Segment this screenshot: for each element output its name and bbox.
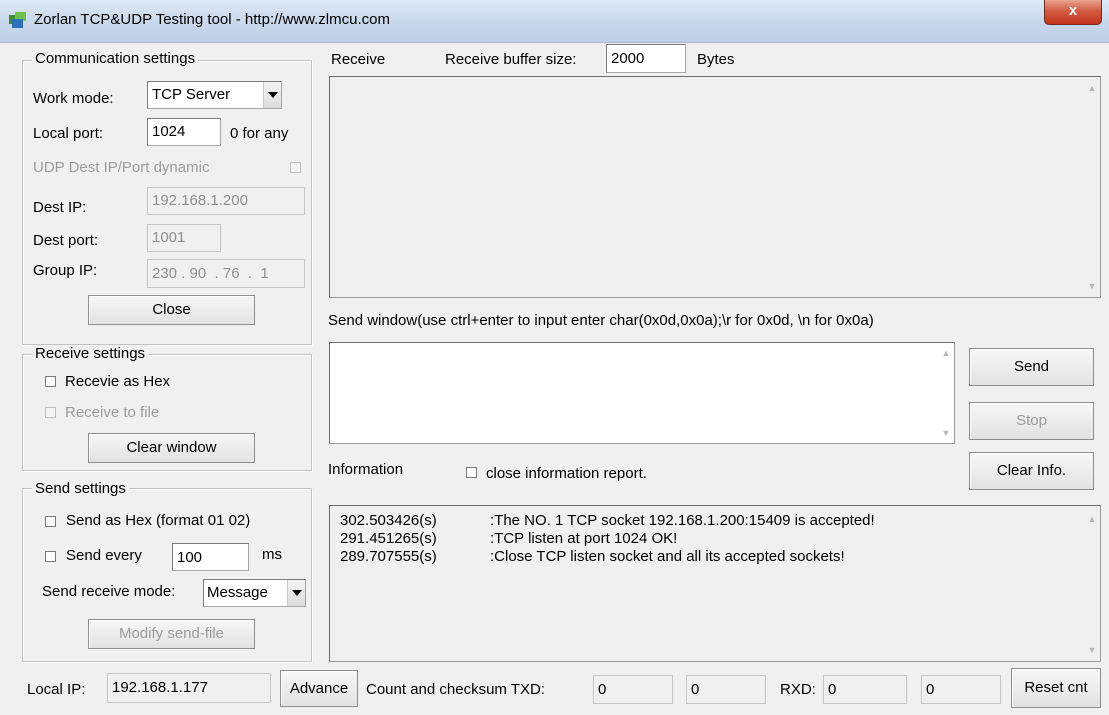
scroll-up-icon[interactable]: ▲	[1086, 83, 1098, 93]
rxd-checksum: 0	[921, 675, 1001, 704]
receive-to-file-label: Receive to file	[65, 404, 160, 421]
count-checksum-label: Count and checksum TXD:	[366, 681, 545, 698]
dest-ip-label: Dest IP:	[33, 199, 87, 216]
receive-label: Receive	[331, 51, 386, 68]
send-receive-mode-value: Message	[207, 584, 268, 601]
receive-as-hex-label: Recevie as Hex	[65, 373, 171, 390]
log-time: 289.707555(s)	[340, 548, 437, 565]
log-message: :The NO. 1 TCP socket 192.168.1.200:1540…	[490, 512, 875, 529]
local-port-input[interactable]: 1024	[147, 118, 221, 146]
udp-dynamic-checkbox[interactable]	[290, 162, 301, 173]
rxd-count: 0	[823, 675, 907, 704]
send-receive-mode-select[interactable]: Message	[203, 579, 306, 607]
log-list: 302.503426(s) :The NO. 1 TCP socket 192.…	[340, 512, 875, 566]
log-entry: 302.503426(s) :The NO. 1 TCP socket 192.…	[340, 512, 875, 530]
advance-button[interactable]: Advance	[280, 670, 358, 707]
information-label: Information	[328, 461, 404, 478]
send-settings-legend: Send settings	[32, 480, 129, 497]
txd-checksum: 0	[686, 675, 766, 704]
modify-send-file-button[interactable]: Modify send-file	[88, 619, 255, 649]
send-receive-mode-dropdown-icon[interactable]	[287, 580, 305, 606]
send-scroll-down-icon[interactable]: ▼	[940, 428, 952, 438]
send-interval-unit: ms	[262, 546, 282, 563]
work-mode-dropdown-icon[interactable]	[263, 82, 281, 108]
rxd-label: RXD:	[780, 681, 816, 698]
send-textarea[interactable]: ▲ ▼	[329, 342, 955, 444]
log-scroll-up-icon[interactable]: ▲	[1086, 514, 1098, 524]
reset-count-button[interactable]: Reset cnt	[1011, 668, 1101, 708]
txd-count: 0	[593, 675, 673, 704]
clear-info-button[interactable]: Clear Info.	[969, 452, 1094, 490]
work-mode-select[interactable]: TCP Server	[147, 81, 282, 109]
send-interval-input[interactable]: 100	[172, 543, 249, 571]
receive-buffer-input[interactable]: 2000	[606, 44, 686, 73]
local-ip-value: 192.168.1.177	[107, 673, 271, 703]
communication-settings-legend: Communication settings	[32, 50, 199, 67]
group-ip-label: Group IP:	[33, 262, 98, 279]
local-ip-label: Local IP:	[27, 681, 86, 698]
receive-buffer-unit: Bytes	[697, 51, 735, 68]
app-icon	[9, 12, 26, 28]
dest-ip-input[interactable]: 192.168.1.200	[147, 187, 305, 215]
send-scroll-up-icon[interactable]: ▲	[940, 348, 952, 358]
send-every-checkbox[interactable]	[45, 551, 56, 562]
close-window-button[interactable]: x	[1044, 0, 1102, 25]
send-button[interactable]: Send	[969, 348, 1094, 386]
log-time: 291.451265(s)	[340, 530, 437, 547]
receive-settings-legend: Receive settings	[32, 345, 149, 362]
local-port-label: Local port:	[33, 125, 104, 142]
receive-textarea[interactable]: ▲ ▼	[329, 76, 1101, 298]
close-info-report-label: close information report.	[486, 465, 647, 482]
log-time: 302.503426(s)	[340, 512, 437, 529]
log-message: :TCP listen at port 1024 OK!	[490, 530, 678, 547]
dest-port-input[interactable]: 1001	[147, 224, 221, 252]
log-scroll-down-icon[interactable]: ▼	[1086, 645, 1098, 655]
any-port-hint: 0 for any	[230, 125, 289, 142]
scroll-down-icon[interactable]: ▼	[1086, 281, 1098, 291]
send-every-label: Send every	[66, 547, 142, 564]
work-mode-label: Work mode:	[33, 90, 114, 107]
receive-buffer-label: Receive buffer size:	[445, 51, 577, 68]
close-info-report-checkbox[interactable]	[466, 467, 477, 478]
log-entry: 289.707555(s) :Close TCP listen socket a…	[340, 548, 875, 566]
receive-as-hex-checkbox[interactable]	[45, 376, 56, 387]
send-window-label: Send window(use ctrl+enter to input ente…	[328, 312, 874, 329]
stop-button[interactable]: Stop	[969, 402, 1094, 440]
send-as-hex-label: Send as Hex (format 01 02)	[66, 512, 251, 529]
group-ip-input[interactable]: 230 . 90 . 76 . 1	[147, 259, 305, 288]
udp-dynamic-label: UDP Dest IP/Port dynamic	[33, 159, 210, 176]
window-title: Zorlan TCP&UDP Testing tool - http://www…	[34, 11, 390, 28]
log-message: :Close TCP listen socket and all its acc…	[490, 548, 845, 565]
send-receive-mode-label: Send receive mode:	[42, 583, 176, 600]
information-log: 302.503426(s) :The NO. 1 TCP socket 192.…	[329, 505, 1101, 662]
clear-window-button[interactable]: Clear window	[88, 433, 255, 463]
work-mode-value: TCP Server	[152, 86, 231, 103]
receive-to-file-checkbox[interactable]	[45, 407, 56, 418]
close-connection-button[interactable]: Close	[88, 295, 255, 325]
log-entry: 291.451265(s) :TCP listen at port 1024 O…	[340, 530, 875, 548]
send-as-hex-checkbox[interactable]	[45, 516, 56, 527]
dest-port-label: Dest port:	[33, 232, 99, 249]
